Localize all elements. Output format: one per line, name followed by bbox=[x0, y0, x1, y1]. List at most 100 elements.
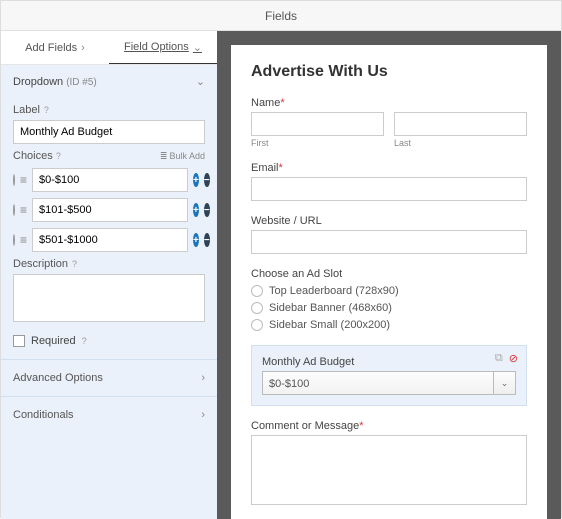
advanced-options-toggle[interactable]: Advanced Options › bbox=[1, 359, 217, 396]
left-panel: Add Fields › Field Options ⌄ Dropdown (I… bbox=[1, 31, 217, 519]
description-caption: Description bbox=[13, 258, 68, 270]
comment-field-group: Comment or Message* bbox=[251, 420, 527, 508]
required-star-icon: * bbox=[359, 420, 363, 432]
description-caption-row: Description ? bbox=[13, 258, 205, 270]
website-label: Website / URL bbox=[251, 215, 527, 227]
add-choice-button[interactable]: + bbox=[193, 203, 199, 217]
help-icon[interactable]: ? bbox=[82, 336, 87, 346]
preview-area: Advertise With Us Name* First Last bbox=[217, 31, 561, 519]
advanced-options-label: Advanced Options bbox=[13, 372, 103, 384]
remove-choice-button[interactable]: − bbox=[204, 173, 210, 187]
choices-caption: Choices bbox=[13, 150, 53, 162]
drag-handle-icon[interactable]: ≡ bbox=[20, 233, 27, 247]
field-type-label: Dropdown (ID #5) bbox=[13, 76, 97, 88]
help-icon[interactable]: ? bbox=[72, 259, 77, 269]
delete-icon[interactable]: ⊘ bbox=[509, 352, 518, 365]
adslot-option-label: Sidebar Banner (468x60) bbox=[269, 302, 392, 314]
chevron-down-icon: ⌄ bbox=[494, 371, 516, 395]
field-actions: ⧉ ⊘ bbox=[495, 352, 518, 365]
label-caption-row: Label ? bbox=[13, 104, 205, 116]
dropdown-select[interactable]: $0-$100 ⌄ bbox=[262, 371, 516, 395]
adslot-option[interactable]: Sidebar Banner (468x60) bbox=[251, 302, 527, 314]
choice-input[interactable] bbox=[32, 228, 188, 252]
required-label: Required bbox=[31, 335, 76, 347]
choice-row: ≡ + − bbox=[13, 228, 205, 252]
email-field-group: Email* bbox=[251, 162, 527, 201]
field-id: (ID #5) bbox=[66, 77, 97, 88]
field-header[interactable]: Dropdown (ID #5) ⌄ bbox=[1, 65, 217, 98]
chevron-down-icon: ⌄ bbox=[196, 75, 205, 88]
first-sublabel: First bbox=[251, 138, 384, 148]
adslot-field-group: Choose an Ad Slot Top Leaderboard (728x9… bbox=[251, 268, 527, 331]
conditionals-toggle[interactable]: Conditionals › bbox=[1, 396, 217, 433]
remove-choice-button[interactable]: − bbox=[204, 233, 210, 247]
first-name-wrap: First bbox=[251, 112, 384, 148]
first-name-input[interactable] bbox=[251, 112, 384, 136]
required-row: Required ? bbox=[13, 335, 205, 347]
list-icon: ≣ bbox=[160, 151, 168, 162]
help-icon[interactable]: ? bbox=[44, 105, 49, 115]
choice-row: ≡ + − bbox=[13, 168, 205, 192]
radio-icon bbox=[251, 319, 263, 331]
choices-caption-row: Choices ? ≣ Bulk Add bbox=[13, 150, 205, 162]
adslot-option-label: Top Leaderboard (728x90) bbox=[269, 285, 399, 297]
adslot-label: Choose an Ad Slot bbox=[251, 268, 527, 280]
choice-default-radio[interactable] bbox=[13, 204, 15, 216]
last-name-input[interactable] bbox=[394, 112, 527, 136]
tab-add-fields[interactable]: Add Fields › bbox=[1, 31, 109, 64]
bulk-add-label: Bulk Add bbox=[169, 151, 205, 161]
radio-icon bbox=[251, 285, 263, 297]
add-choice-button[interactable]: + bbox=[193, 233, 199, 247]
radio-icon bbox=[251, 302, 263, 314]
tab-add-fields-label: Add Fields bbox=[25, 42, 77, 54]
dropdown-label: Monthly Ad Budget bbox=[262, 356, 516, 368]
name-field-group: Name* First Last bbox=[251, 97, 527, 148]
dropdown-value: $0-$100 bbox=[262, 371, 494, 395]
label-caption: Label bbox=[13, 104, 40, 116]
form-preview: Advertise With Us Name* First Last bbox=[231, 45, 547, 519]
chevron-down-icon: ⌄ bbox=[193, 41, 202, 54]
last-sublabel: Last bbox=[394, 138, 527, 148]
field-options-body: Label ? Choices ? ≣ Bulk Add ≡ bbox=[1, 104, 217, 359]
top-bar: Fields bbox=[1, 1, 561, 31]
form-title: Advertise With Us bbox=[251, 63, 527, 81]
drag-handle-icon[interactable]: ≡ bbox=[20, 173, 27, 187]
comment-label: Comment or Message* bbox=[251, 420, 527, 432]
main: Add Fields › Field Options ⌄ Dropdown (I… bbox=[1, 31, 561, 519]
description-input[interactable] bbox=[13, 274, 205, 322]
chevron-right-icon: › bbox=[201, 409, 205, 421]
adslot-option[interactable]: Sidebar Small (200x200) bbox=[251, 319, 527, 331]
choice-input[interactable] bbox=[32, 168, 188, 192]
adslot-option[interactable]: Top Leaderboard (728x90) bbox=[251, 285, 527, 297]
required-checkbox[interactable] bbox=[13, 335, 25, 347]
bulk-add-link[interactable]: ≣ Bulk Add bbox=[160, 151, 205, 162]
choice-input[interactable] bbox=[32, 198, 188, 222]
email-input[interactable] bbox=[251, 177, 527, 201]
tab-field-options[interactable]: Field Options ⌄ bbox=[109, 31, 217, 64]
active-dropdown-field[interactable]: ⧉ ⊘ Monthly Ad Budget $0-$100 ⌄ bbox=[251, 345, 527, 406]
choice-default-radio[interactable] bbox=[13, 174, 15, 186]
conditionals-label: Conditionals bbox=[13, 409, 74, 421]
add-choice-button[interactable]: + bbox=[193, 173, 199, 187]
website-input[interactable] bbox=[251, 230, 527, 254]
email-label: Email* bbox=[251, 162, 527, 174]
duplicate-icon[interactable]: ⧉ bbox=[495, 352, 503, 365]
choice-default-radio[interactable] bbox=[13, 234, 15, 246]
choices-caption-wrap: Choices ? bbox=[13, 150, 61, 162]
tab-field-options-label: Field Options bbox=[124, 41, 189, 53]
name-label: Name* bbox=[251, 97, 527, 109]
name-grid: First Last bbox=[251, 112, 527, 148]
choice-row: ≡ + − bbox=[13, 198, 205, 222]
drag-handle-icon[interactable]: ≡ bbox=[20, 203, 27, 217]
label-input[interactable] bbox=[13, 120, 205, 144]
chevron-right-icon: › bbox=[201, 372, 205, 384]
help-icon[interactable]: ? bbox=[56, 151, 61, 161]
adslot-option-label: Sidebar Small (200x200) bbox=[269, 319, 390, 331]
required-star-icon: * bbox=[280, 97, 284, 109]
comment-input[interactable] bbox=[251, 435, 527, 505]
remove-choice-button[interactable]: − bbox=[204, 203, 210, 217]
website-field-group: Website / URL bbox=[251, 215, 527, 254]
last-name-wrap: Last bbox=[394, 112, 527, 148]
field-options-panel: Dropdown (ID #5) ⌄ Label ? Choices ? bbox=[1, 65, 217, 519]
required-star-icon: * bbox=[279, 162, 283, 174]
